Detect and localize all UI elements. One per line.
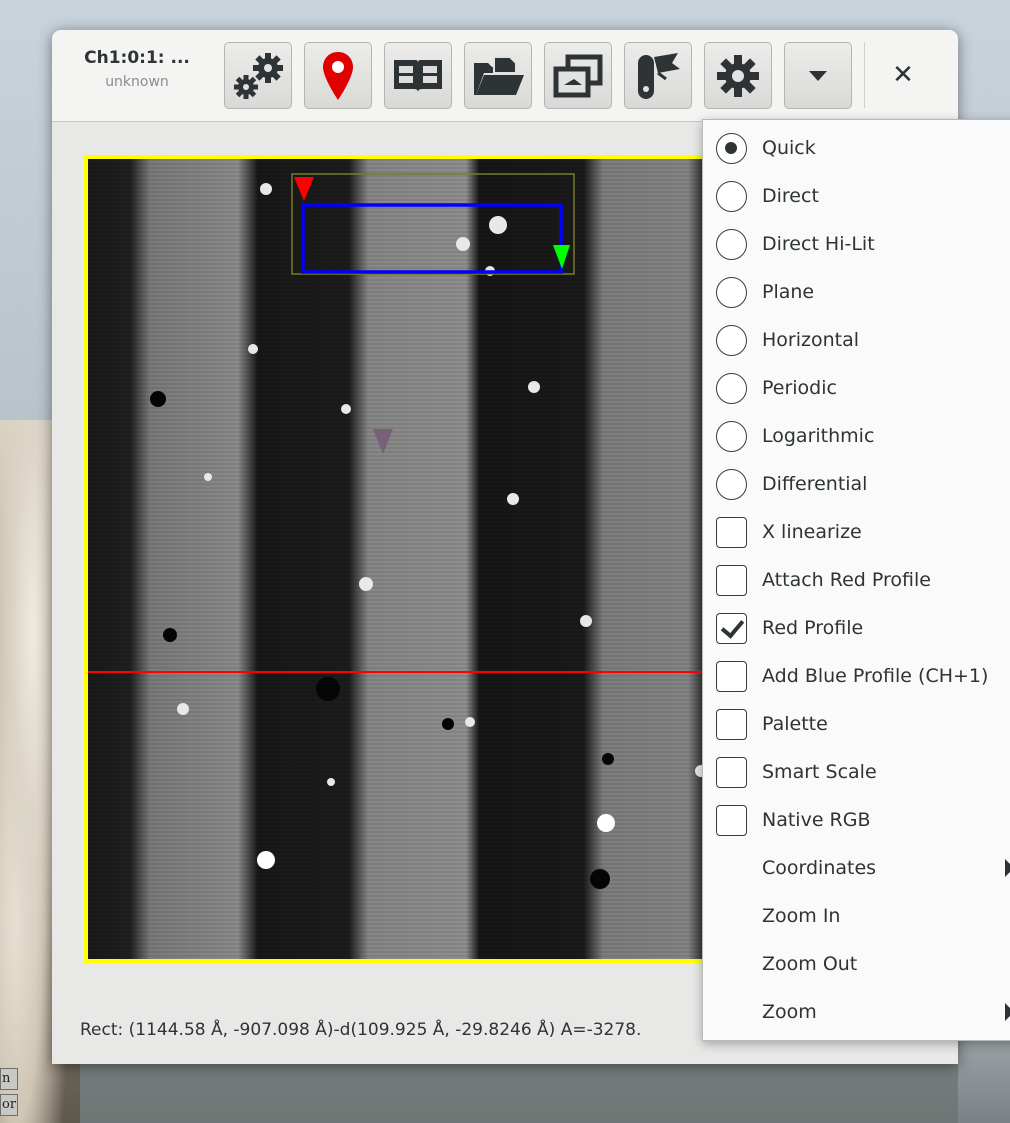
radio-button[interactable] bbox=[716, 277, 747, 308]
menu-item-label: Direct bbox=[762, 185, 819, 207]
header-bar: Ch1:0:1: ... unknown ✕ bbox=[52, 30, 958, 122]
open-book-button[interactable] bbox=[384, 42, 452, 109]
menu-item-horizontal[interactable]: Horizontal bbox=[703, 316, 1010, 364]
window-title: Ch1:0:1: ... bbox=[84, 48, 190, 68]
settings-gears-button[interactable] bbox=[224, 42, 292, 109]
menu-item-periodic[interactable]: Periodic bbox=[703, 364, 1010, 412]
checkbox[interactable] bbox=[716, 805, 747, 836]
location-pin-button[interactable] bbox=[304, 42, 372, 109]
map-pin-icon bbox=[321, 50, 355, 102]
menu-item-label: Periodic bbox=[762, 377, 837, 399]
windows-icon bbox=[550, 53, 606, 99]
menu-item-zoom-out[interactable]: Zoom Out bbox=[703, 940, 1010, 988]
menu-item-direct-hi-lit[interactable]: Direct Hi-Lit bbox=[703, 220, 1010, 268]
gears-icon bbox=[230, 51, 286, 101]
checkbox[interactable] bbox=[716, 517, 747, 548]
pen-tool-button[interactable] bbox=[624, 42, 692, 109]
menu-item-zoom-in[interactable]: Zoom In bbox=[703, 892, 1010, 940]
menu-item-label: Direct Hi-Lit bbox=[762, 233, 875, 255]
scan-image-canvas[interactable] bbox=[84, 155, 744, 963]
menu-item-red-profile[interactable]: Red Profile bbox=[703, 604, 1010, 652]
status-readout: Rect: (1144.58 Å, -907.098 Å)-d(109.925 … bbox=[80, 1020, 642, 1040]
menu-item-label: Zoom Out bbox=[762, 953, 858, 975]
desktop-wallpaper-corner bbox=[958, 1040, 1010, 1123]
menu-item-direct[interactable]: Direct bbox=[703, 172, 1010, 220]
menu-item-quick[interactable]: Quick bbox=[703, 124, 1010, 172]
checkbox[interactable] bbox=[716, 661, 747, 692]
menu-item-label: Zoom In bbox=[762, 905, 841, 927]
menu-item-label: Coordinates bbox=[762, 857, 877, 879]
preferences-gear-button[interactable] bbox=[704, 42, 772, 109]
menu-item-attach-red-profile[interactable]: Attach Red Profile bbox=[703, 556, 1010, 604]
menu-item-label: Differential bbox=[762, 473, 868, 495]
toolbar-separator bbox=[864, 42, 865, 108]
title-block: Ch1:0:1: ... unknown bbox=[52, 48, 222, 90]
desktop-panel-label-1[interactable]: n bbox=[0, 1068, 18, 1090]
view-mode-menu: Quick Direct Direct Hi-Lit Plane Horizontal P… bbox=[702, 119, 1010, 1041]
desktop-panel-label-2[interactable]: or bbox=[0, 1094, 18, 1116]
menu-item-label: Red Profile bbox=[762, 617, 864, 639]
menu-item-label: Zoom bbox=[762, 1001, 817, 1023]
menu-item-zoom[interactable]: Zoom bbox=[703, 988, 1010, 1036]
menu-item-label: Quick bbox=[762, 137, 816, 159]
checkbox[interactable] bbox=[716, 709, 747, 740]
menu-item-label: Smart Scale bbox=[762, 761, 877, 783]
menu-item-label: Native RGB bbox=[762, 809, 871, 831]
windows-button[interactable] bbox=[544, 42, 612, 109]
menu-dropdown-button[interactable] bbox=[784, 42, 852, 109]
menu-item-label: Add Blue Profile (CH+1) bbox=[762, 665, 989, 687]
menu-item-coordinates[interactable]: Coordinates bbox=[703, 844, 1010, 892]
menu-item-logarithmic[interactable]: Logarithmic bbox=[703, 412, 1010, 460]
menu-item-label: Attach Red Profile bbox=[762, 569, 931, 591]
radio-button[interactable] bbox=[716, 133, 747, 164]
submenu-arrow-icon bbox=[1005, 859, 1010, 877]
menu-item-smart-scale[interactable]: Smart Scale bbox=[703, 748, 1010, 796]
menu-item-native-rgb[interactable]: Native RGB bbox=[703, 796, 1010, 844]
radio-button[interactable] bbox=[716, 373, 747, 404]
radio-button[interactable] bbox=[716, 181, 747, 212]
radio-button[interactable] bbox=[716, 325, 747, 356]
checkbox[interactable] bbox=[716, 613, 747, 644]
menu-item-label: Logarithmic bbox=[762, 425, 875, 447]
scan-image bbox=[88, 159, 740, 959]
radio-button[interactable] bbox=[716, 421, 747, 452]
radio-button[interactable] bbox=[716, 469, 747, 500]
close-button[interactable]: ✕ bbox=[880, 52, 926, 98]
pen-tool-icon bbox=[630, 49, 686, 103]
menu-item-label: Plane bbox=[762, 281, 815, 303]
window-subtitle: unknown bbox=[105, 74, 169, 90]
submenu-arrow-icon bbox=[1005, 1003, 1010, 1021]
open-folder-icon bbox=[470, 53, 526, 99]
checkbox[interactable] bbox=[716, 757, 747, 788]
dropdown-arrow-icon bbox=[807, 69, 829, 83]
gear-icon bbox=[715, 53, 761, 99]
menu-item-add-blue-profile-ch-1[interactable]: Add Blue Profile (CH+1) bbox=[703, 652, 1010, 700]
open-book-icon bbox=[390, 56, 446, 96]
menu-item-plane[interactable]: Plane bbox=[703, 268, 1010, 316]
menu-item-label: X linearize bbox=[762, 521, 862, 543]
menu-item-label: Horizontal bbox=[762, 329, 860, 351]
radio-button[interactable] bbox=[716, 229, 747, 260]
menu-item-x-linearize[interactable]: X linearize bbox=[703, 508, 1010, 556]
checkbox[interactable] bbox=[716, 565, 747, 596]
menu-item-label: Palette bbox=[762, 713, 828, 735]
menu-item-differential[interactable]: Differential bbox=[703, 460, 1010, 508]
open-file-button[interactable] bbox=[464, 42, 532, 109]
menu-item-palette[interactable]: Palette bbox=[703, 700, 1010, 748]
